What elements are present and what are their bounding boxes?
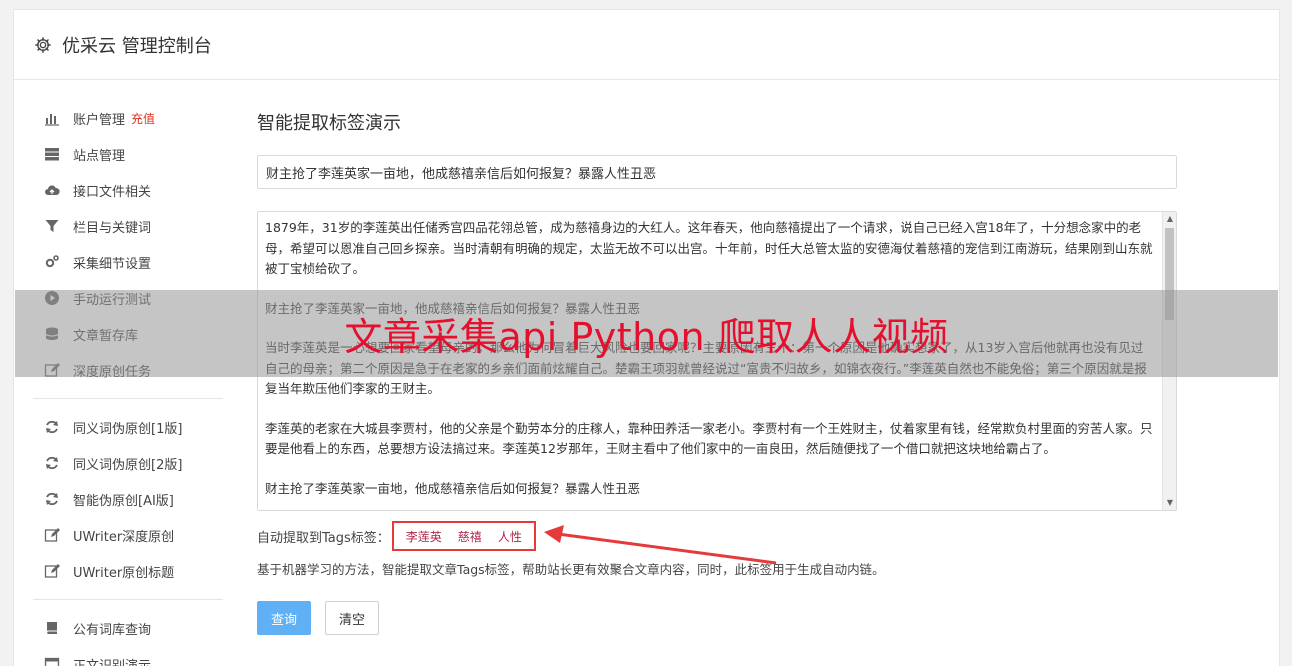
sidebar-item-group1-2[interactable]: 接口文件相关 (33, 172, 223, 208)
sidebar-item-group1-3[interactable]: 栏目与关键词 (33, 208, 223, 244)
sidebar-item-label: 同义词伪原创[1版] (73, 421, 183, 437)
window-icon (43, 655, 61, 666)
sidebar-item-label: 公有词库查询 (73, 622, 152, 638)
sidebar-item-label: 接口文件相关 (73, 184, 152, 200)
sidebar-item-group1-0[interactable]: 账户管理 充值 (33, 100, 223, 136)
bar-chart-icon (43, 109, 61, 127)
red-arrow-icon (544, 525, 777, 565)
sidebar-item-label: 账户管理 (73, 112, 126, 128)
refresh-icon (43, 418, 61, 436)
query-button[interactable]: 查询 (257, 601, 311, 635)
book-icon (43, 619, 61, 637)
sidebar-item-label: 站点管理 (73, 148, 126, 164)
content-paragraph: 李莲英的老家在大城县李贾村，他的父亲是个勤劳本分的庄稼人，靠种田养活一家老小。李… (265, 420, 1153, 457)
sidebar-item-group2-1[interactable]: 同义词伪原创[2版] (33, 445, 223, 481)
sidebar-item-group1-1[interactable]: 站点管理 (33, 136, 223, 172)
sidebar-item-label: 采集细节设置 (73, 256, 152, 272)
sidebar-item-label: 同义词伪原创[2版] (73, 457, 183, 473)
tag-item[interactable]: 李莲英 (406, 528, 442, 545)
sidebar-item-group1-4[interactable]: 采集细节设置 (33, 244, 223, 280)
sidebar-item-label: 栏目与关键词 (73, 220, 152, 236)
sidebar-item-label: 正文识别演示 (73, 658, 152, 666)
edit-icon (43, 526, 61, 544)
sidebar-divider (33, 398, 223, 399)
watermark-text: 文章采集api Python 爬取人人视频 (344, 315, 949, 359)
sidebar-item-group2-2[interactable]: 智能伪原创[AI版] (33, 481, 223, 517)
tags-label: 自动提取到Tags标签： (257, 530, 390, 546)
cloud-upload-icon (43, 181, 61, 199)
server-icon (43, 145, 61, 163)
sidebar-item-label: 智能伪原创[AI版] (73, 493, 174, 509)
scroll-down-icon[interactable]: ▼ (1163, 496, 1176, 510)
sidebar-item-group2-4[interactable]: UWriter原创标题 (33, 553, 223, 589)
gears-icon (43, 253, 61, 271)
header: 优采云 管理控制台 (14, 10, 1279, 80)
clear-button[interactable]: 清空 (325, 601, 379, 635)
edit-icon (43, 562, 61, 580)
refresh-icon (43, 454, 61, 472)
sidebar-item-group3-1[interactable]: 正文识别演示 (33, 646, 223, 666)
sidebar-item-label: UWriter原创标题 (73, 565, 175, 581)
sidebar: 账户管理充值站点管理接口文件相关栏目与关键词采集细节设置手动运行测试文章暂存库深… (33, 100, 223, 666)
content-paragraph: 财主抢了李莲英家一亩地，他成慈禧亲信后如何报复？暴露人性丑恶 (265, 480, 641, 496)
tag-item[interactable]: 慈禧 (458, 528, 482, 545)
page-title: 智能提取标签演示 (257, 113, 401, 134)
watermark-banner: 文章采集api Python 爬取人人视频 (15, 290, 1278, 377)
gear-icon (35, 36, 51, 53)
sidebar-item-group3-0[interactable]: 公有词库查询 (33, 610, 223, 646)
title-input[interactable] (257, 155, 1177, 189)
filter-icon (43, 217, 61, 235)
sidebar-item-group2-3[interactable]: UWriter深度原创 (33, 517, 223, 553)
tag-item[interactable]: 人性 (498, 528, 522, 545)
recharge-badge[interactable]: 充值 (131, 110, 155, 127)
sidebar-item-label: UWriter深度原创 (73, 529, 175, 545)
sidebar-divider (33, 599, 223, 600)
refresh-icon (43, 490, 61, 508)
scroll-up-icon[interactable]: ▲ (1163, 212, 1176, 226)
button-row: 查询 清空 (257, 601, 1178, 635)
console-title: 优采云 管理控制台 (62, 35, 212, 57)
sidebar-item-group2-0[interactable]: 同义词伪原创[1版] (33, 409, 223, 445)
content-paragraph: 1879年，31岁的李莲英出任储秀宫四品花翎总管，成为慈禧身边的大红人。这年春天… (265, 220, 1153, 276)
tags-box: 李莲英 慈禧 人性 (391, 521, 536, 551)
